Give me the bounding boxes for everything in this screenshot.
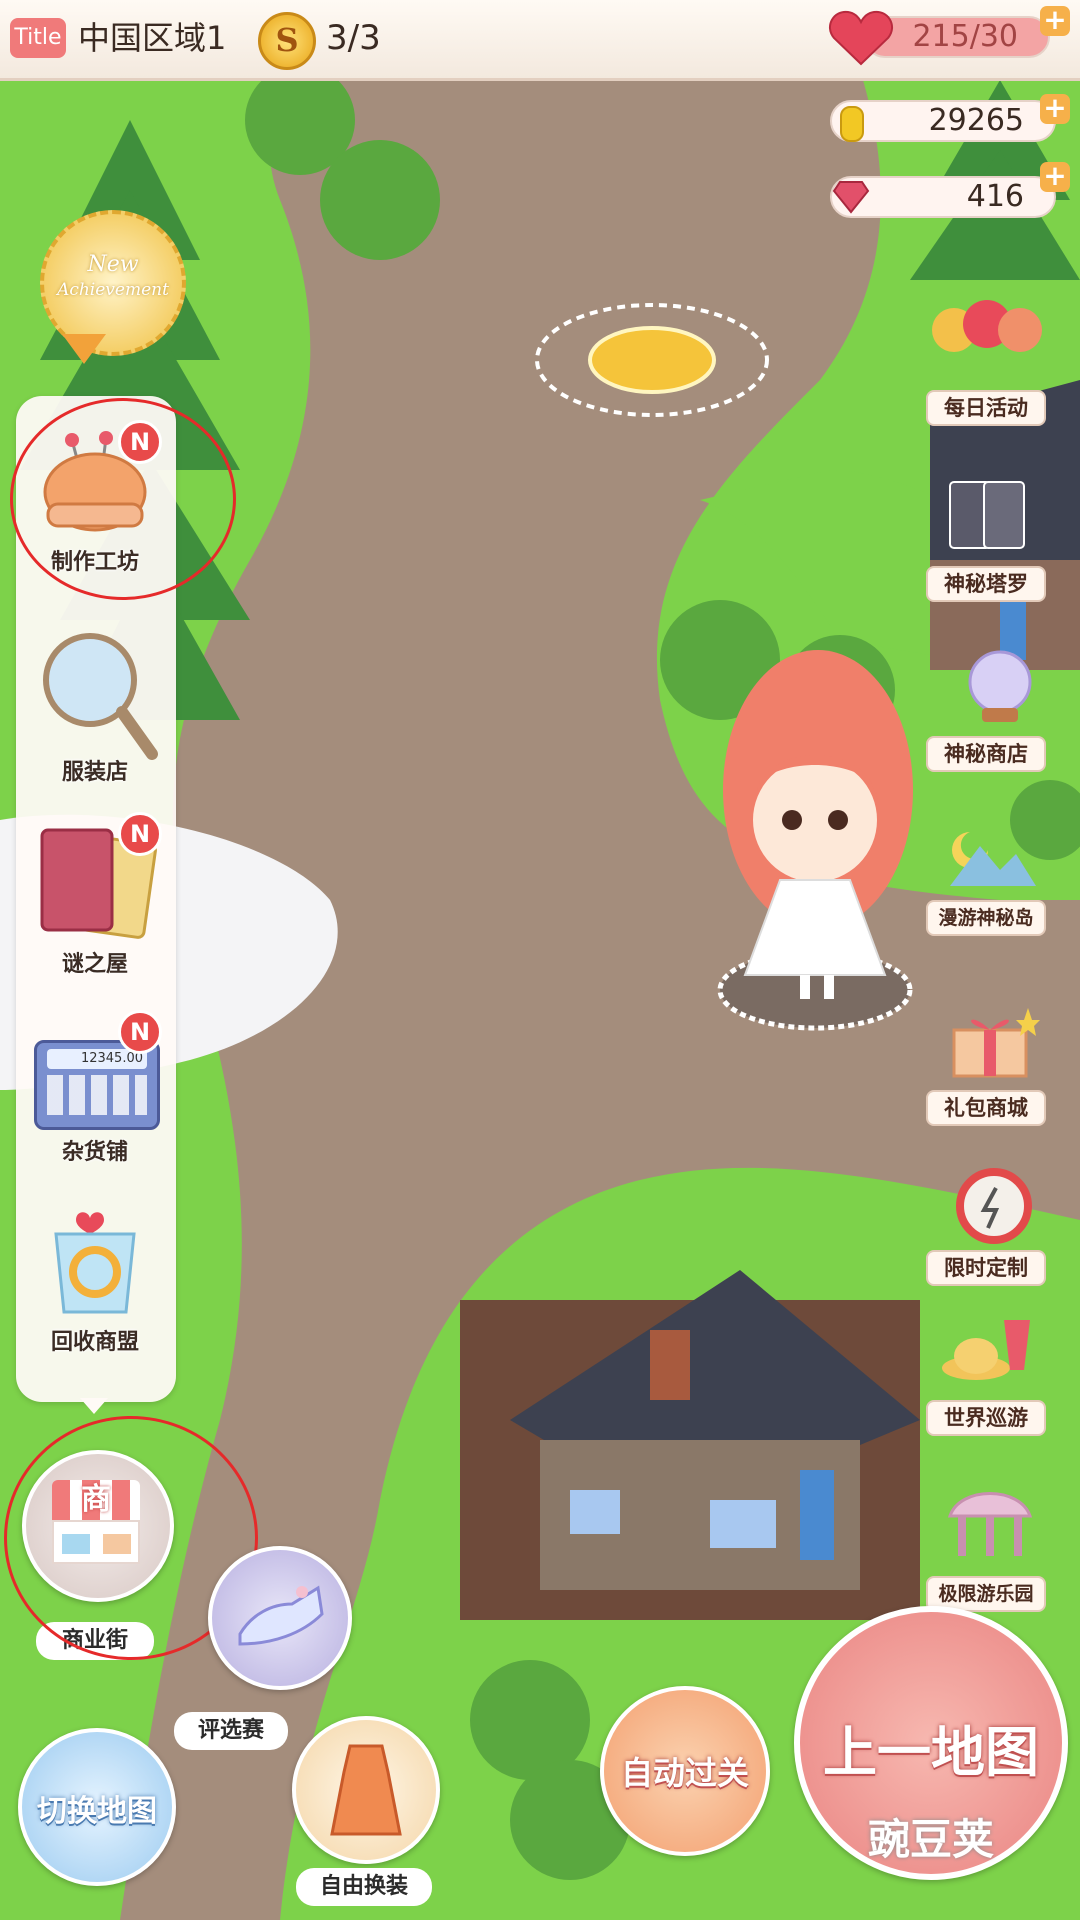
player-character [717,650,913,1031]
label-mystery-shop: 神秘商店 [926,736,1046,772]
menu-item-clothing-store[interactable]: 服装店 [20,620,170,790]
balloons-icon [932,300,1042,352]
dress-icon [330,1744,402,1836]
stamina-coin-count: 3/3 [326,18,381,58]
right-item-mystery-shop[interactable]: 神秘商店 [926,646,1046,772]
hp-plus-button[interactable]: + [1040,6,1070,36]
alarm-clock-icon [956,1168,1032,1244]
right-item-roam-mystery-island[interactable]: 漫游神秘岛 [926,810,1046,936]
gold-icon [840,106,864,142]
diamond-value: 416 [966,179,1024,214]
house-bottom [460,1270,920,1620]
diamond-plus-button[interactable]: + [1040,162,1070,192]
label-mystery-tarot: 神秘塔罗 [926,566,1046,602]
contest-label: 评选赛 [174,1712,288,1750]
gold-value: 29265 [928,103,1024,138]
menu-label-grocery: 杂货铺 [61,1140,128,1165]
gift-icon [952,1008,1040,1078]
contest-button[interactable] [208,1546,352,1690]
label-limited-custom: 限时定制 [926,1250,1046,1286]
gold-plus-button[interactable]: + [1040,94,1070,124]
diamond-icon [832,181,870,214]
auto-pass-label: 自动过关 [620,1754,749,1792]
carousel-icon [947,1492,1033,1556]
island-icon [950,832,1036,886]
right-item-limited-custom[interactable]: 限时定制 [926,1160,1046,1286]
label-gift-mall: 礼包商城 [926,1090,1046,1126]
crystal-ball-icon [968,650,1032,722]
achievement-line2: Achievement [57,280,169,300]
right-item-world-tour[interactable]: 世界巡游 [926,1310,1046,1436]
menu-label-recycle: 回收商盟 [50,1330,139,1355]
menu-item-mystery-house[interactable]: N 谜之屋 [20,812,170,982]
free-dress-label: 自由换装 [296,1868,432,1906]
hat-shoes-icon [942,1320,1030,1380]
switch-map-label: 切换地图 [37,1794,157,1829]
region-name: 中国区域1 [78,19,227,57]
right-item-gift-mall[interactable]: 礼包商城 [926,1000,1046,1126]
auto-pass-button[interactable]: 自动过关 [600,1686,770,1856]
achievement-ribbon [62,334,106,364]
title-badge[interactable]: Title [10,18,66,58]
heart-icon [829,10,893,66]
mystery-house-new-badge: N [118,812,162,856]
tarot-icon [949,481,1025,549]
menu-label-mystery-house: 谜之屋 [61,952,128,977]
right-item-daily-events[interactable]: 每日活动 [926,300,1046,426]
grocery-new-badge: N [118,1010,162,1054]
free-dress-button[interactable] [292,1716,440,1864]
menu-item-grocery[interactable]: 12345.00 N 杂货铺 [20,1000,170,1170]
left-menu-pointer [80,1398,108,1414]
hp-value: 215/30 [912,19,1018,54]
prev-map-label: 上一地图 [823,1721,1039,1784]
stamina-coin-icon: S [258,12,316,70]
mirror-icon [43,633,158,760]
menu-label-clothing-store: 服装店 [61,760,128,785]
label-roam-mystery-island: 漫游神秘岛 [926,900,1046,936]
glass-slipper-icon [238,1585,324,1646]
right-item-mystery-tarot[interactable]: 神秘塔罗 [926,476,1046,602]
achievement-line1: New [87,252,139,277]
recycle-bin-icon [54,1212,136,1314]
label-world-tour: 世界巡游 [926,1400,1046,1436]
label-daily-events: 每日活动 [926,390,1046,426]
switch-map-button[interactable]: 切换地图 [18,1728,176,1886]
menu-item-recycle[interactable]: 回收商盟 [20,1190,170,1360]
right-item-extreme-park[interactable]: 极限游乐园 [926,1486,1046,1612]
annotation-circle-workshop [10,398,236,600]
watermark-text: 豌豆荚 [868,1815,995,1864]
